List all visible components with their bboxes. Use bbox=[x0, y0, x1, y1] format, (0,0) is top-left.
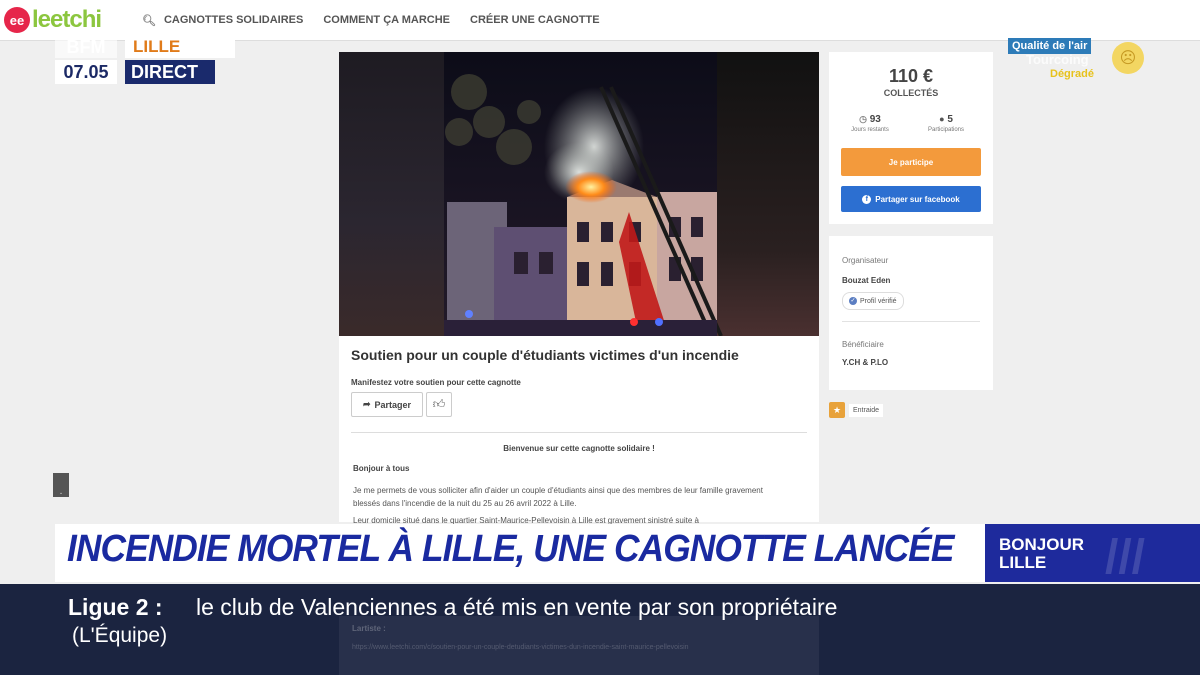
broadcast-time: 07.05 bbox=[55, 60, 117, 84]
organizer-label: Organisateur bbox=[842, 256, 889, 265]
participate-button[interactable]: Je participe bbox=[841, 148, 981, 176]
news-ticker: Lartiste : https://www.leetchi.com/c/sou… bbox=[0, 584, 1200, 675]
show-name-box: /// BONJOUR LILLE bbox=[985, 524, 1200, 582]
divider bbox=[351, 432, 807, 433]
facebook-share-button[interactable]: f Partager sur facebook bbox=[841, 186, 981, 212]
share-button[interactable]: ➦ Partager bbox=[351, 392, 423, 417]
sad-face-icon: ☹ bbox=[1112, 42, 1144, 74]
ticker-text: le club de Valenciennes a été mis en ven… bbox=[196, 594, 838, 620]
handshake-icon: ★ bbox=[829, 402, 845, 418]
participants-stat: ● 5 Participations bbox=[905, 114, 987, 133]
days-remaining-label: Jours restants bbox=[851, 127, 889, 133]
air-quality-city: Tourcoing bbox=[1026, 52, 1089, 67]
overlay-marker: . bbox=[53, 473, 69, 497]
channel-name: BFM bbox=[55, 36, 117, 58]
greeting-text: Bonjour à tous bbox=[353, 464, 410, 473]
verified-badge: ✓ Profil vérifié bbox=[842, 292, 904, 310]
nav-item-creer-une-cagnotte[interactable]: CRÉER UNE CAGNOTTE bbox=[470, 14, 600, 26]
nav-item-cagnottes-solidaires[interactable]: CAGNOTTES SOLIDAIRES bbox=[164, 14, 303, 26]
beneficiary-name: Y.CH & P.LO bbox=[842, 358, 889, 367]
campaign-card: Soutien pour un couple d'étudiants victi… bbox=[339, 52, 819, 525]
headline-banner: INCENDIE MORTEL À LILLE, UNE CAGNOTTE LA… bbox=[55, 524, 985, 582]
clock-icon: ◷ bbox=[859, 114, 867, 124]
fire-scene-illustration bbox=[444, 52, 723, 336]
participants-value: 5 bbox=[947, 114, 953, 125]
check-circle-icon: ✓ bbox=[849, 297, 857, 305]
main-nav: 🔍︎ CAGNOTTES SOLIDAIRES COMMENT ÇA MARCH… bbox=[142, 0, 600, 40]
verified-label: Profil vérifié bbox=[860, 297, 897, 305]
live-badge: DIRECT bbox=[125, 60, 215, 84]
days-remaining-value: 93 bbox=[869, 114, 881, 125]
bleed-through-link: https://www.leetchi.com/c/soutien-pour-u… bbox=[352, 644, 689, 651]
campaign-photo bbox=[339, 52, 819, 336]
ticker-source: (L'Équipe) bbox=[72, 624, 168, 647]
amount-collected-label: COLLECTÉS bbox=[883, 88, 939, 98]
divider bbox=[842, 321, 980, 322]
headline-text: INCENDIE MORTEL À LILLE, UNE CAGNOTTE LA… bbox=[67, 528, 954, 570]
welcome-heading: Bienvenue sur cette cagnotte solidaire ! bbox=[503, 444, 655, 453]
site-header: ee leetchi 🔍︎ CAGNOTTES SOLIDAIRES COMME… bbox=[0, 0, 1200, 41]
category-label: Entraide bbox=[849, 403, 884, 417]
campaign-title: Soutien pour un couple d'étudiants victi… bbox=[351, 347, 739, 363]
ticker-category: Ligue 2 : bbox=[68, 594, 163, 620]
leetchi-logo[interactable]: ee leetchi bbox=[4, 6, 102, 34]
days-remaining-stat: ◷ 93 Jours restants bbox=[829, 114, 911, 133]
organizer-name[interactable]: Bouzat Eden bbox=[842, 276, 890, 285]
participants-label: Participations bbox=[927, 127, 965, 133]
search-icon[interactable]: 🔍︎ bbox=[142, 14, 156, 27]
air-quality-widget: Qualité de l'air Tourcoing Dégradé ☹ bbox=[1008, 36, 1144, 80]
show-name: BONJOUR LILLE bbox=[999, 535, 1085, 572]
share-arrow-icon: ➦ bbox=[362, 399, 371, 409]
nav-item-comment-ca-marche[interactable]: COMMENT ÇA MARCHE bbox=[323, 14, 450, 26]
beneficiary-label: Bénéficiaire bbox=[842, 340, 884, 349]
funding-stats-card: 110 € COLLECTÉS ◷ 93 Jours restants ● 5 … bbox=[829, 52, 993, 224]
facebook-share-label: Partager sur facebook bbox=[875, 194, 960, 204]
thumbs-up-icon: 👍︎ bbox=[432, 397, 446, 411]
amount-collected: 110 € bbox=[888, 66, 934, 86]
air-quality-status: Dégradé bbox=[1050, 68, 1095, 80]
share-button-label: Partager bbox=[374, 399, 412, 410]
bleed-through-label: Lartiste : bbox=[352, 624, 386, 633]
support-prompt: Manifestez votre soutien pour cette cagn… bbox=[351, 378, 521, 387]
facebook-icon: f bbox=[862, 194, 872, 204]
channel-region: LILLE bbox=[125, 36, 235, 58]
category-tag[interactable]: ★ Entraide bbox=[829, 402, 884, 418]
like-button[interactable]: 👍︎ bbox=[426, 392, 452, 417]
person-icon: ● bbox=[939, 114, 945, 124]
description-paragraph: Je me permets de vous solliciter afin d'… bbox=[353, 486, 763, 508]
organizer-card: Organisateur Bouzat Eden ✓ Profil vérifi… bbox=[829, 236, 993, 390]
leetchi-logo-badge: ee bbox=[4, 7, 30, 33]
leetchi-logo-text: leetchi bbox=[32, 6, 102, 33]
